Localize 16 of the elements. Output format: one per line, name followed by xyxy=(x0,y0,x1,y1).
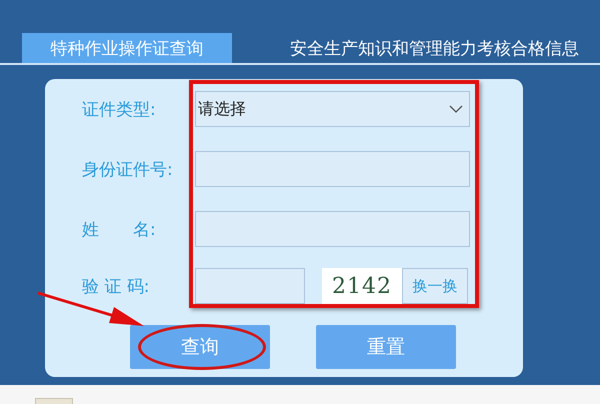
reset-button[interactable]: 重置 xyxy=(316,325,456,369)
captcha-image: 2142 xyxy=(322,268,402,304)
input-field[interactable] xyxy=(195,151,470,187)
field-label: 验 证 码: xyxy=(82,276,151,298)
field-label: 身份证件号: xyxy=(82,158,174,180)
search-button[interactable]: 查询 xyxy=(130,325,270,369)
thumbnail-icon xyxy=(35,398,73,404)
captcha-field[interactable] xyxy=(195,268,305,304)
type-select[interactable]: 请选择 xyxy=(195,91,470,127)
tab[interactable]: 安全生产知识和管理能力考核合格信息 xyxy=(232,33,579,63)
chevron-icon xyxy=(449,105,463,113)
tab[interactable]: 特种作业操作证查询 xyxy=(22,33,232,63)
field-label: 姓 名: xyxy=(82,218,157,240)
input-field[interactable] xyxy=(195,211,470,247)
field-label: 证件类型: xyxy=(82,98,157,120)
refresh-button[interactable]: 换一换 xyxy=(402,268,468,304)
